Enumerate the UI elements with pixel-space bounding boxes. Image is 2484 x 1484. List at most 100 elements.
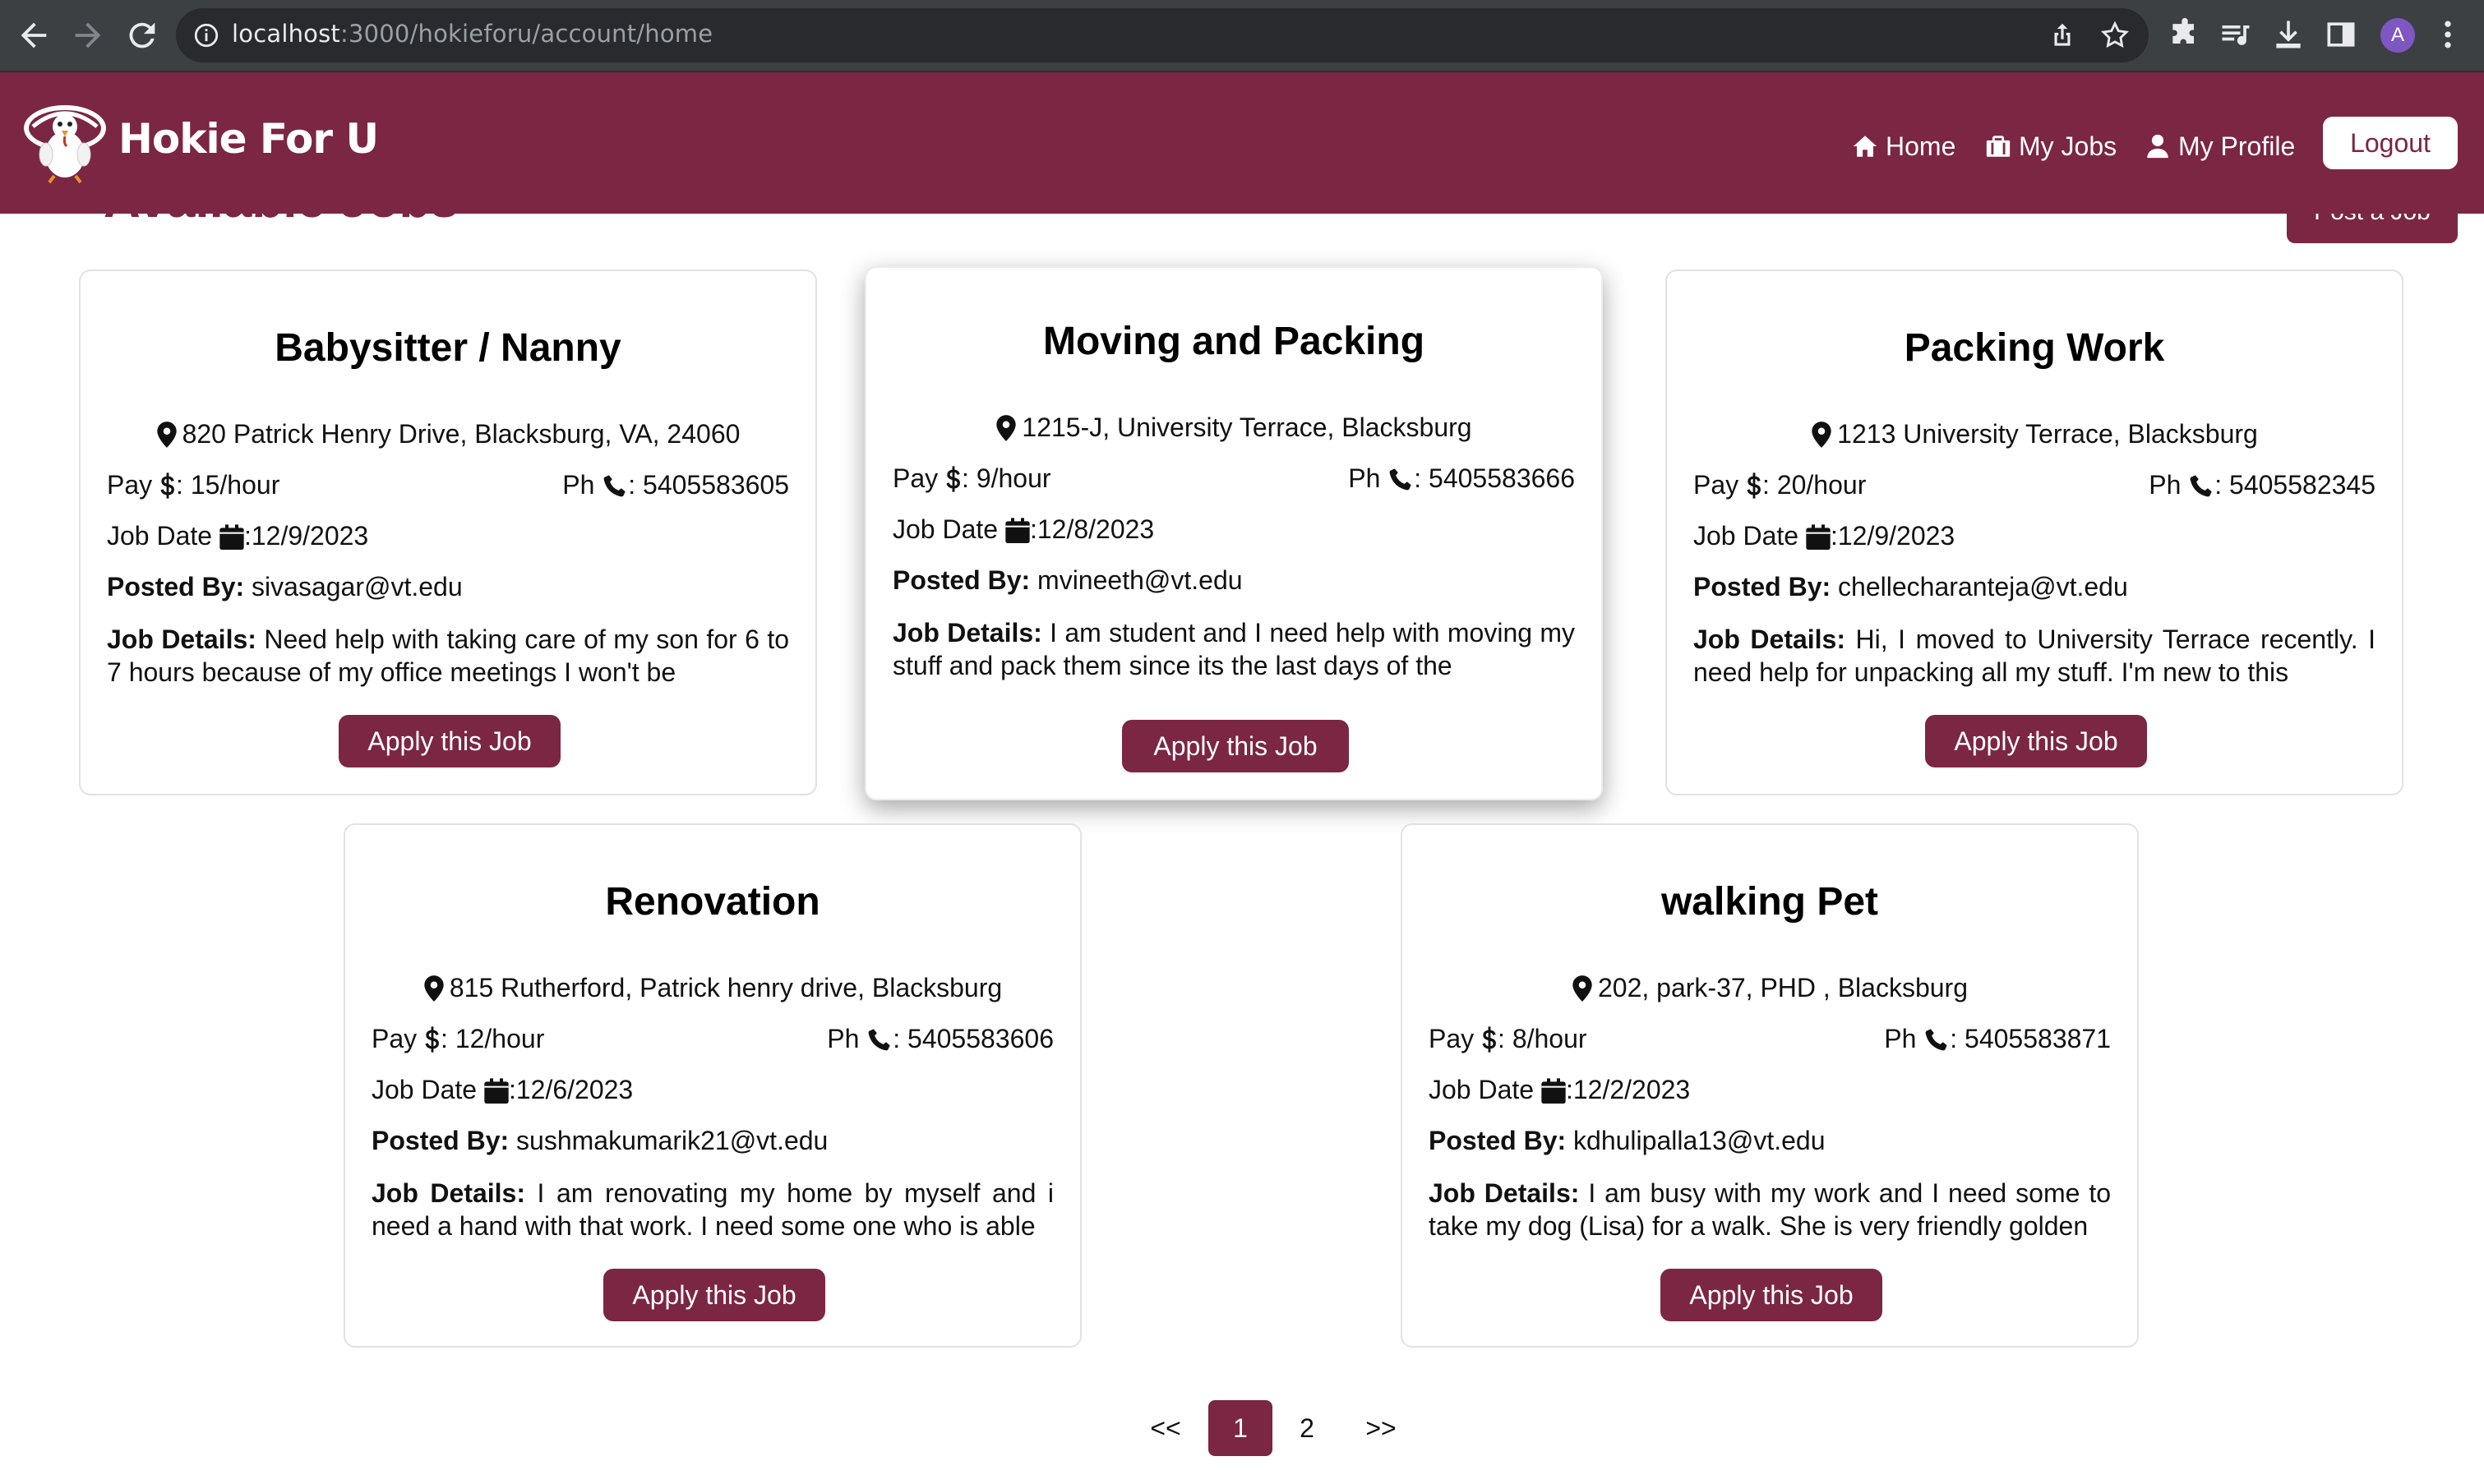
- job-pay: Pay : 9/hour: [893, 463, 1051, 494]
- job-location: 1215-J, University Terrace, Blacksburg: [866, 412, 1601, 443]
- job-location: 820 Patrick Henry Drive, Blacksburg, VA,…: [81, 419, 815, 449]
- job-date-row: Job Date :12/9/2023: [1693, 521, 2375, 551]
- job-title: Renovation: [605, 880, 820, 924]
- pay-separator: :: [1498, 1024, 1512, 1053]
- pagination-next[interactable]: >>: [1348, 1400, 1414, 1456]
- job-pay-phone-row: Pay : 12/hour Ph : 5405583606: [372, 1024, 1054, 1054]
- posted-by-label: Posted By:: [1429, 1126, 1567, 1155]
- map-pin-icon: [1812, 421, 1831, 448]
- address-bar[interactable]: localhost:3000/hokieforu/account/home: [176, 8, 2149, 62]
- map-pin-icon: [156, 421, 177, 448]
- reload-icon[interactable]: [123, 16, 161, 54]
- map-pin-icon: [996, 414, 1017, 441]
- pay-separator: :: [441, 1024, 455, 1053]
- job-date-label: Job Date: [893, 514, 999, 544]
- job-pay-phone-row: Pay : 15/hour Ph : 5405583605: [107, 470, 789, 500]
- forward-icon[interactable]: [69, 16, 107, 54]
- posted-by-email: kdhulipalla13@vt.edu: [1573, 1126, 1826, 1155]
- dollar-icon: [1747, 472, 1761, 499]
- pay-separator: :: [962, 463, 977, 493]
- turkey-logo[interactable]: [21, 104, 109, 184]
- job-pay: Pay : 20/hour: [1693, 470, 1866, 500]
- apply-job-button[interactable]: Apply this Job: [339, 715, 561, 767]
- job-details-label: Job Details:: [107, 624, 256, 654]
- job-posted-by-row: Posted By: sivasagar@vt.edu: [107, 572, 789, 602]
- pagination-page-2[interactable]: 2: [1282, 1400, 1332, 1456]
- job-title: Moving and Packing: [1042, 320, 1425, 363]
- nav-my-jobs[interactable]: My Jobs: [1984, 128, 2117, 164]
- extensions-icon[interactable]: [2167, 16, 2203, 53]
- pay-label: Pay: [107, 470, 153, 500]
- browser-toolbar: localhost:3000/hokieforu/account/home A: [0, 0, 2484, 72]
- media-icon[interactable]: [2218, 16, 2254, 53]
- phone-icon: [1925, 1028, 1947, 1050]
- job-phone: Ph : 5405582345: [2149, 470, 2375, 500]
- job-posted-by-row: Posted By: chellecharanteja@vt.edu: [1693, 572, 2375, 602]
- job-location-text: 820 Patrick Henry Drive, Blacksburg, VA,…: [182, 419, 741, 449]
- job-date-value: :12/9/2023: [1830, 521, 1955, 551]
- download-icon[interactable]: [2270, 16, 2306, 53]
- nav-my-profile[interactable]: My Profile: [2144, 128, 2295, 164]
- apply-job-button[interactable]: Apply this Job: [603, 1269, 825, 1321]
- info-icon[interactable]: [192, 21, 220, 49]
- phone-label: Ph: [2149, 470, 2182, 500]
- apply-job-button[interactable]: Apply this Job: [1122, 720, 1349, 772]
- job-pay-value: 8/hour: [1512, 1024, 1587, 1053]
- job-location-text: 202, park-37, PHD , Blacksburg: [1598, 973, 1968, 1002]
- nav-home[interactable]: Home: [1851, 128, 1955, 164]
- dollar-icon: [1482, 1025, 1496, 1053]
- job-phone: Ph : 5405583606: [827, 1024, 1054, 1054]
- job-phone: Ph : 5405583605: [562, 470, 789, 500]
- apply-job-button[interactable]: Apply this Job: [1925, 715, 2147, 767]
- job-pay-phone-row: Pay : 9/hour Ph : 5405583666: [893, 463, 1575, 494]
- star-icon[interactable]: [2099, 20, 2131, 51]
- job-location-text: 815 Rutherford, Patrick henry drive, Bla…: [449, 973, 1003, 1002]
- profile-avatar[interactable]: A: [2380, 18, 2415, 53]
- job-date-value: :12/8/2023: [1029, 514, 1155, 544]
- pay-label: Pay: [893, 463, 939, 493]
- job-pay: Pay : 15/hour: [107, 470, 279, 500]
- logout-button[interactable]: Logout: [2323, 117, 2458, 169]
- posted-by-email: chellecharanteja@vt.edu: [1838, 572, 2128, 601]
- back-icon[interactable]: [15, 16, 53, 54]
- job-details-label: Job Details:: [372, 1178, 526, 1208]
- job-posted-by-row: Posted By: sushmakumarik21@vt.edu: [372, 1126, 1054, 1156]
- job-details: Job Details: Need help with taking care …: [107, 623, 789, 689]
- job-phone-value: 5405583606: [907, 1024, 1054, 1053]
- job-card: Renovation 815 Rutherford, Patrick henry …: [344, 823, 1082, 1348]
- job-date-row: Job Date :12/9/2023: [107, 521, 789, 551]
- nav-home-label: Home: [1886, 131, 1956, 161]
- calendar-icon: [219, 523, 244, 550]
- dollar-icon: [160, 472, 174, 499]
- pagination-page-1[interactable]: 1: [1208, 1400, 1272, 1456]
- calendar-icon: [484, 1077, 509, 1104]
- phone-label: Ph: [827, 1024, 860, 1053]
- nav-my-jobs-label: My Jobs: [2019, 131, 2117, 161]
- apply-job-button[interactable]: Apply this Job: [1660, 1269, 1882, 1321]
- job-card: walking Pet 202, park-37, PHD , Blacksbur…: [1401, 823, 2139, 1348]
- job-details: Job Details: I am busy with my work and …: [1429, 1177, 2111, 1242]
- job-details: Job Details: Hi, I moved to University T…: [1693, 623, 2375, 689]
- pay-label: Pay: [1429, 1024, 1475, 1053]
- pay-separator: :: [1762, 470, 1777, 500]
- job-phone-value: 5405583666: [1429, 463, 1575, 493]
- job-phone-value: 5405583871: [1965, 1024, 2111, 1053]
- nav-my-profile-label: My Profile: [2178, 131, 2296, 161]
- brand-name[interactable]: Hokie For U: [118, 115, 379, 163]
- posted-by-email: sivasagar@vt.edu: [252, 572, 463, 601]
- job-phone: Ph : 5405583871: [1884, 1024, 2111, 1054]
- sidepanel-icon[interactable]: [2323, 16, 2359, 53]
- phone-separator: :: [1950, 1024, 1965, 1053]
- phone-label: Ph: [562, 470, 595, 500]
- menu-icon[interactable]: [2430, 16, 2466, 53]
- share-icon[interactable]: [2047, 20, 2078, 51]
- phone-separator: :: [893, 1024, 908, 1053]
- job-location-text: 1215-J, University Terrace, Blacksburg: [1022, 412, 1472, 442]
- job-pay-value: 9/hour: [976, 463, 1051, 493]
- url-text[interactable]: localhost:3000/hokieforu/account/home: [232, 20, 713, 48]
- job-date-row: Job Date :12/8/2023: [893, 514, 1575, 545]
- url-host: localhost: [232, 20, 340, 48]
- job-details: Job Details: I am student and I need hel…: [893, 616, 1575, 682]
- pagination-prev[interactable]: <<: [1133, 1400, 1198, 1456]
- phone-separator: :: [628, 470, 644, 500]
